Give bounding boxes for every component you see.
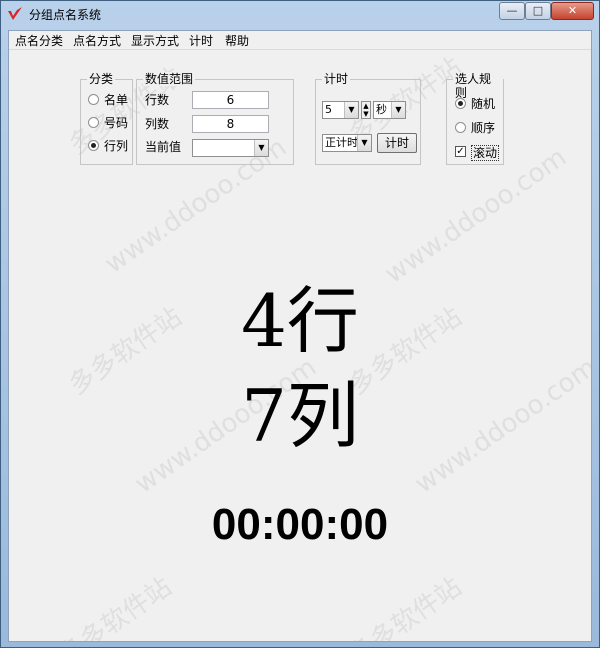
timer-mode-select[interactable]: 正计时 ▼ [322,134,372,152]
menu-timer[interactable]: 计时 [189,32,213,49]
title-bar[interactable]: 分组点名系统 — □ ✕ [1,1,599,27]
minimize-button[interactable]: — [499,2,525,20]
spin-up-icon[interactable]: ▲ [362,102,370,110]
chevron-down-icon[interactable]: ▼ [357,135,371,151]
timer-spinner[interactable]: ▲ ▼ [361,101,371,119]
radio-random-indicator[interactable] [455,98,466,109]
scroll-label: 滚动 [471,145,500,161]
maximize-button[interactable]: □ [525,2,551,20]
range-legend: 数值范围 [143,72,196,86]
spin-down-icon[interactable]: ▼ [362,110,370,118]
timer-mode-text: 正计时 [325,136,357,149]
watermark-text: 多多软件站 [53,571,178,642]
app-logo-icon [8,7,22,20]
radio-sequential-label: 顺序 [471,121,496,135]
timer-amount-text: 5 [325,103,332,116]
radio-rowcol-indicator[interactable] [88,140,99,151]
current-label: 当前值 [145,140,182,154]
rules-legend: 选人规则 [453,72,503,100]
chevron-down-icon[interactable]: ▼ [254,140,268,156]
timer-unit-text: 秒 [376,103,387,116]
radio-list-indicator[interactable] [88,94,99,105]
range-group: 数值范围 行数 6 列数 8 当前值 ▼ [136,72,294,165]
window-title: 分组点名系统 [29,8,102,22]
timer-unit-select[interactable]: 秒 ▼ [373,101,406,119]
menu-category[interactable]: 点名分类 [15,32,63,49]
cols-input[interactable]: 8 [192,115,269,133]
rows-input[interactable]: 6 [192,91,269,109]
cols-label: 列数 [145,117,170,131]
rows-label: 行数 [145,93,170,107]
radio-number-indicator[interactable] [88,117,99,128]
timer-group: 计时 5 ▼ ▲ ▼ 秒 ▼ 正计时 ▼ 计时 [315,72,421,165]
chevron-down-icon[interactable]: ▼ [391,102,405,118]
chevron-down-icon[interactable]: ▼ [344,102,358,118]
clock-display: 00:00:00 [211,500,389,549]
menu-bar: 点名分类 点名方式 显示方式 计时 帮助 [9,31,591,50]
check-icon[interactable]: ✓ [455,146,466,157]
rules-group: 选人规则 随机 顺序 ✓ 滚动 [446,72,504,165]
menu-display[interactable]: 显示方式 [131,32,179,49]
watermark-text: 多多软件站 [343,571,468,642]
menu-method[interactable]: 点名方式 [73,32,121,49]
app-window: 分组点名系统 — □ ✕ 点名分类 点名方式 显示方式 计时 帮助 多多软件站 … [0,0,600,648]
close-button[interactable]: ✕ [551,2,594,20]
timer-button[interactable]: 计时 [377,133,417,153]
result-col: 7列 [241,374,359,458]
menu-help[interactable]: 帮助 [225,32,249,49]
radio-number-label: 号码 [104,116,129,130]
category-legend: 分类 [87,72,116,86]
radio-rowcol-label: 行列 [104,139,129,153]
radio-list-label: 名单 [104,93,129,107]
client-area: 点名分类 点名方式 显示方式 计时 帮助 多多软件站 多多软件站 www.ddo… [8,30,592,642]
radio-sequential-indicator[interactable] [455,122,466,133]
timer-legend: 计时 [322,72,351,86]
timer-amount-select[interactable]: 5 ▼ [322,101,359,119]
radio-random-label: 随机 [471,97,496,111]
result-row: 4行 [241,279,359,363]
current-value-select[interactable]: ▼ [192,139,269,157]
category-group: 分类 名单 号码 行列 [80,72,133,165]
